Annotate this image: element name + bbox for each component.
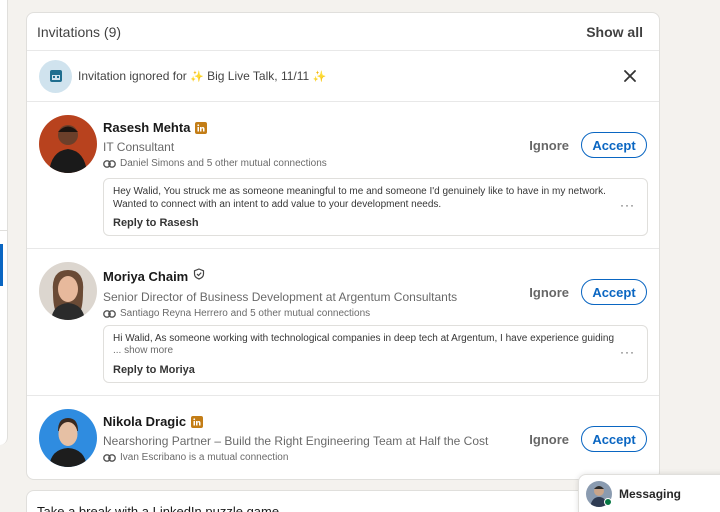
puzzle-card[interactable]: Take a break with a LinkedIn puzzle game [26, 490, 660, 512]
person-name[interactable]: Nikola Dragic [103, 414, 186, 429]
reply-button[interactable]: Reply to Rasesh [113, 217, 199, 229]
person-name[interactable]: Moriya Chaim [103, 269, 188, 284]
person-headline: Nearshoring Partner – Build the Right En… [103, 434, 489, 448]
sparkle-icon: ✨ [312, 71, 327, 83]
show-all-button[interactable]: Show all [586, 24, 643, 40]
mutual-connections[interactable]: Santiago Reyna Herrero and 5 other mutua… [103, 308, 503, 319]
ignore-button[interactable]: Ignore [529, 138, 569, 153]
person-headline: Senior Director of Business Development … [103, 290, 458, 304]
puzzle-text: Take a break with a LinkedIn puzzle game [37, 504, 280, 512]
message-text: Hi Walid, As someone working with techno… [113, 333, 615, 344]
invitation-item: Nikola Dragic Nearshoring Partner – Buil… [27, 396, 659, 479]
mutual-connections-text: Daniel Simons and 5 other mutual connect… [120, 158, 327, 169]
invitation-actions: Ignore Accept [529, 132, 647, 158]
more-options-icon[interactable]: ··· [620, 346, 635, 358]
ignore-button[interactable]: Ignore [529, 432, 569, 447]
avatar[interactable] [39, 115, 97, 173]
calendar-event-icon [39, 59, 72, 93]
avatar[interactable] [39, 262, 97, 320]
invitations-card: Invitations (9) Show all Invitation igno… [26, 12, 660, 480]
ignored-notice: Invitation ignored for ✨ Big Live Talk, … [27, 51, 659, 102]
event-name: Big Live Talk, 11/11 [207, 69, 310, 83]
invitation-actions: Ignore Accept [529, 279, 647, 305]
mutual-connections-icon [103, 453, 116, 462]
mutual-connections-icon [103, 159, 116, 168]
left-sidebar-active-indicator [0, 244, 3, 286]
invitations-header: Invitations (9) Show all [27, 13, 659, 51]
reply-button[interactable]: Reply to Moriya [113, 364, 195, 376]
mutual-connections-text: Ivan Escribano is a mutual connection [120, 452, 289, 463]
show-more-link[interactable]: ... show more [113, 345, 617, 356]
invitation-info: Rasesh Mehta IT Consultant Daniel Simons… [103, 120, 503, 169]
messaging-label: Messaging [619, 487, 682, 501]
accept-button[interactable]: Accept [581, 279, 647, 305]
accept-button[interactable]: Accept [581, 426, 647, 452]
invitation-actions: Ignore Accept [529, 426, 647, 452]
messaging-bar[interactable]: Messaging [578, 474, 720, 512]
person-headline: IT Consultant [103, 140, 175, 154]
invitation-message: Hey Walid, You struck me as someone mean… [103, 178, 648, 236]
close-icon[interactable] [619, 65, 641, 87]
invitation-info: Nikola Dragic Nearshoring Partner – Buil… [103, 414, 503, 463]
invitations-title: Invitations (9) [37, 23, 122, 40]
accept-button[interactable]: Accept [581, 132, 647, 158]
mutual-connections[interactable]: Daniel Simons and 5 other mutual connect… [103, 158, 503, 169]
mutual-connections-icon [103, 309, 116, 318]
person-name[interactable]: Rasesh Mehta [103, 120, 190, 135]
mutual-connections[interactable]: Ivan Escribano is a mutual connection [103, 452, 503, 463]
mutual-connections-text: Santiago Reyna Herrero and 5 other mutua… [120, 308, 371, 319]
ignore-button[interactable]: Ignore [529, 285, 569, 300]
message-text: Hey Walid, You struck me as someone mean… [113, 186, 606, 210]
linkedin-premium-icon [195, 121, 208, 134]
invitation-info: Moriya Chaim Senior Director of Business… [103, 267, 503, 319]
online-status-indicator [604, 498, 612, 506]
left-sidebar-card [0, 0, 8, 445]
avatar[interactable] [39, 409, 97, 467]
linkedin-premium-icon [191, 415, 204, 428]
invitation-item: Moriya Chaim Senior Director of Business… [27, 249, 659, 396]
invitation-message: Hi Walid, As someone working with techno… [103, 325, 648, 383]
ignored-notice-prefix: Invitation ignored for [78, 69, 187, 83]
ignored-notice-text: Invitation ignored for ✨ Big Live Talk, … [78, 69, 619, 83]
verified-shield-icon [193, 267, 205, 285]
sparkle-icon: ✨ [190, 71, 204, 83]
more-options-icon[interactable]: ··· [620, 199, 635, 211]
invitation-item: Rasesh Mehta IT Consultant Daniel Simons… [27, 102, 659, 249]
left-sidebar-divider [0, 230, 8, 231]
